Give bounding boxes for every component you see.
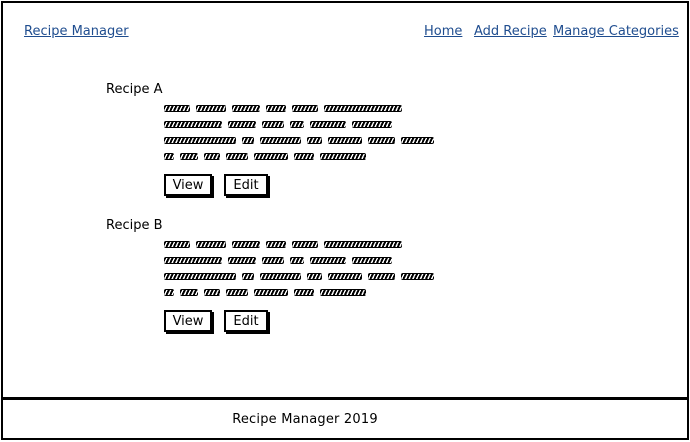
footer-text: Recipe Manager 2019	[232, 411, 378, 427]
edit-recipe-button[interactable]: Edit	[224, 174, 268, 196]
brand-link[interactable]: Recipe Manager	[24, 24, 129, 39]
nav-manage-categories-link[interactable]: Manage Categories	[553, 24, 679, 39]
recipe-title: Recipe A	[106, 82, 163, 97]
view-recipe-button[interactable]: View	[164, 310, 212, 332]
view-recipe-button[interactable]: View	[164, 174, 212, 196]
recipe-title: Recipe B	[106, 218, 163, 233]
nav-add-recipe-link[interactable]: Add Recipe	[474, 24, 547, 39]
recipe-description-placeholder	[164, 100, 435, 164]
recipe-description-placeholder	[164, 236, 435, 300]
nav-home-link[interactable]: Home	[424, 24, 462, 39]
main-frame	[1, 1, 689, 399]
edit-recipe-button[interactable]: Edit	[224, 310, 268, 332]
footer: Recipe Manager 2019	[1, 398, 689, 440]
